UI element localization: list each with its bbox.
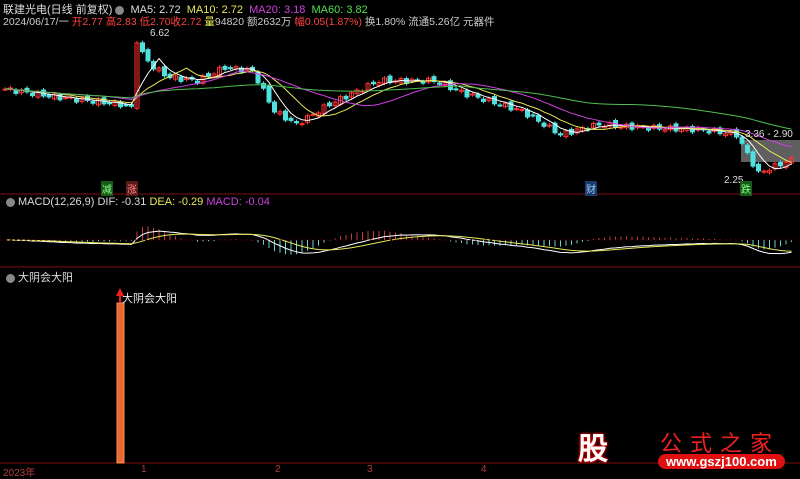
candle <box>492 95 497 105</box>
candle <box>756 163 761 172</box>
candle <box>420 81 426 84</box>
candle <box>750 151 756 167</box>
axis-label: 4 <box>481 464 487 475</box>
candle <box>437 82 442 85</box>
candle <box>140 42 145 53</box>
settings-circle-icon[interactable] <box>6 273 15 283</box>
candle <box>299 123 305 126</box>
watermark-logo: 股 公式之家 www.gszj100.com <box>560 418 800 475</box>
macd-title: MACD(12,26,9) <box>18 196 95 208</box>
axis-label: 1 <box>141 464 147 475</box>
candle <box>30 92 35 97</box>
signal-label: 大阴会大阳 <box>122 293 177 305</box>
candle <box>508 101 514 111</box>
candle <box>558 133 563 136</box>
candle <box>497 104 503 107</box>
candle <box>481 98 486 102</box>
candle <box>74 98 79 103</box>
candle <box>343 95 349 100</box>
axis-label: 2 <box>275 464 281 475</box>
candle <box>206 73 211 77</box>
candle <box>541 122 547 127</box>
candle <box>464 89 470 98</box>
ma10-line <box>4 67 792 163</box>
indicator-title: 大阴会大阳 <box>18 272 73 284</box>
candle <box>706 130 712 134</box>
candle <box>272 101 277 113</box>
candle <box>123 104 129 107</box>
dif-line <box>4 230 792 255</box>
logo-char: 股 <box>578 433 608 466</box>
marker-jian: 减 <box>101 181 113 196</box>
candle <box>536 115 541 122</box>
candle <box>63 97 68 100</box>
candle <box>145 49 151 62</box>
candle <box>310 113 316 116</box>
candle <box>371 81 376 85</box>
candle <box>547 124 552 127</box>
candle <box>778 162 783 167</box>
candle <box>519 109 525 112</box>
macd-dea: DEA: -0.29 <box>149 196 204 208</box>
candle <box>162 66 167 77</box>
candle <box>178 76 184 82</box>
macd-dif: DIF: -0.31 <box>97 196 147 208</box>
candle <box>294 121 299 124</box>
marker-zhang: 涨 <box>126 181 138 196</box>
logo-url: www.gszj100.com <box>658 454 785 469</box>
candle <box>228 67 233 70</box>
indicator-header: 大阴会大阳 <box>3 269 73 285</box>
candle <box>261 82 266 89</box>
range-label: 3.36 - 2.90 <box>745 129 793 140</box>
ma5-line <box>4 57 792 169</box>
candle <box>475 93 481 98</box>
candle <box>745 144 750 153</box>
ma20-line <box>4 70 792 148</box>
settings-circle-icon[interactable] <box>6 197 15 207</box>
macd-header: MACD(12,26,9) DIF: -0.31 DEA: -0.29 MACD… <box>3 196 270 208</box>
macd-value: MACD: -0.04 <box>206 196 270 208</box>
high-price-label: 6.62 <box>150 28 170 39</box>
marker-cai: 财 <box>585 181 597 196</box>
candle <box>525 109 530 118</box>
candle <box>90 100 96 104</box>
chart-canvas[interactable] <box>0 0 800 475</box>
candle <box>470 93 475 96</box>
axis-label: 3 <box>367 464 373 475</box>
candle <box>514 108 519 111</box>
candle <box>530 114 536 117</box>
candle <box>222 65 228 70</box>
candle <box>266 85 272 103</box>
candle <box>327 102 332 107</box>
candle <box>453 88 459 91</box>
candle <box>283 110 288 121</box>
candle <box>761 170 767 173</box>
candle <box>596 122 602 126</box>
signal-bar <box>116 302 125 464</box>
candle <box>288 117 294 121</box>
marker-die: 跌 <box>740 181 752 196</box>
candle <box>46 94 52 98</box>
axis-label: 2023年 <box>3 468 36 479</box>
candle <box>107 102 112 105</box>
dea-line <box>4 233 792 252</box>
